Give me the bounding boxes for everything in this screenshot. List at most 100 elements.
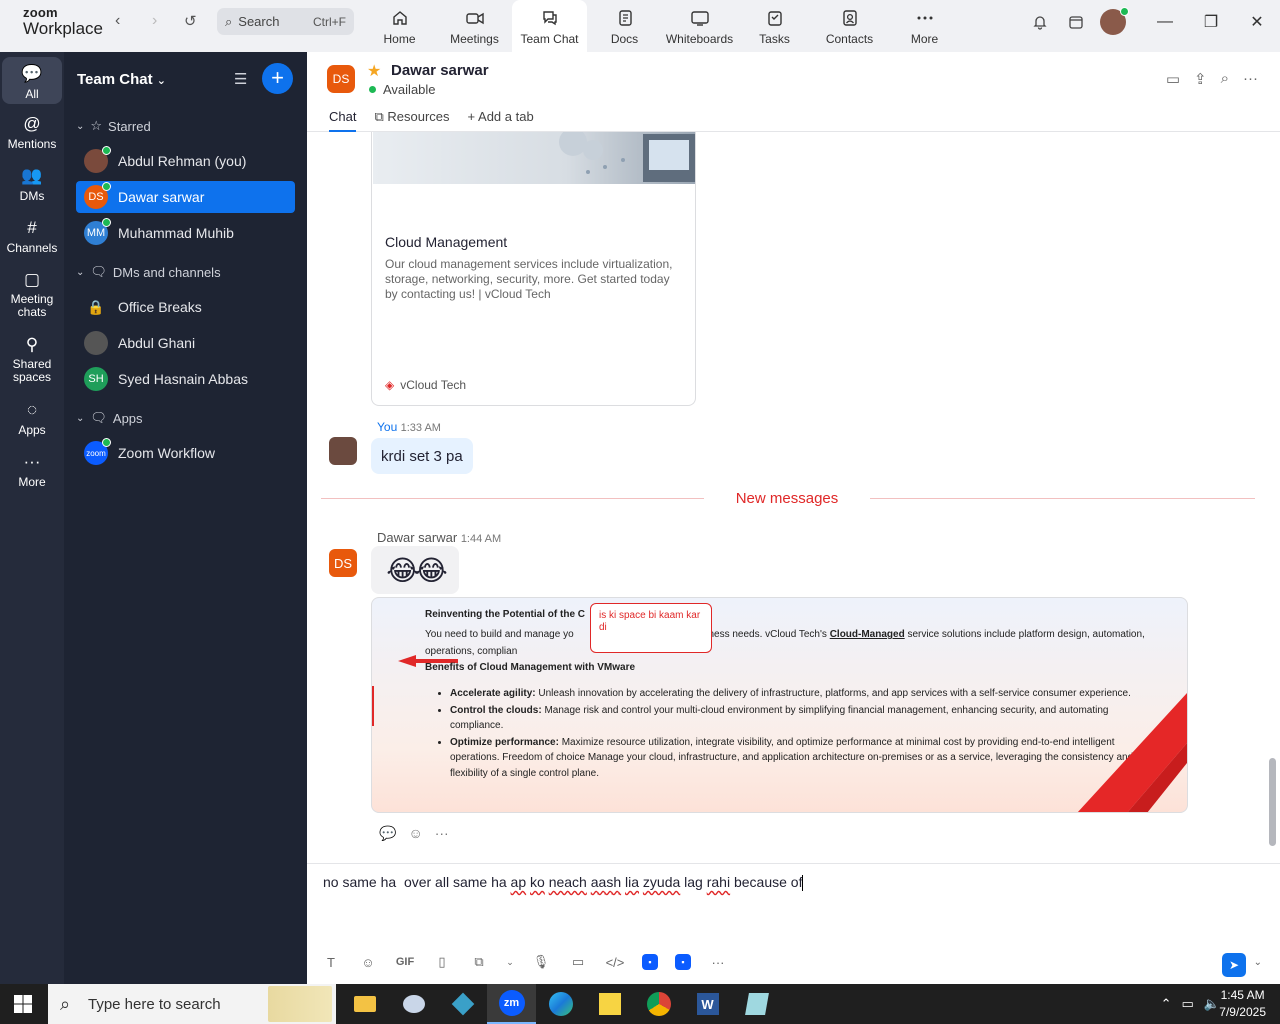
card-image (373, 132, 695, 184)
calendar-badge-icon[interactable] (1058, 4, 1094, 40)
video-message-icon[interactable]: ▭ (568, 954, 588, 970)
contact-avatar[interactable]: DS (327, 65, 355, 93)
taskbar-clock[interactable]: 1:45 AM 7/9/2025 (1219, 987, 1266, 1021)
tab-add-a-tab[interactable]: + Add a tab (468, 109, 534, 132)
bell-icon[interactable] (1022, 4, 1058, 40)
add-reaction-icon[interactable]: ☺ (408, 825, 422, 842)
file-icon[interactable]: ▯ (432, 954, 452, 970)
gif-button[interactable]: GIF (395, 956, 415, 968)
share-icon: ⚲ (25, 335, 39, 354)
section-dms-channels[interactable]: ⌄ 🗨 DMs and channels (76, 264, 221, 280)
section-starred[interactable]: ⌄ ☆ Starred (76, 118, 151, 134)
message-input[interactable]: no same ha over all same ha ap ko neach … (323, 874, 804, 892)
chevron-down-icon[interactable]: ⌄ (506, 957, 514, 968)
sidebar-item-syed-hasnain-abbas[interactable]: SH Syed Hasnain Abbas (76, 363, 295, 395)
contact-name[interactable]: Dawar sarwar (391, 62, 489, 79)
word-icon[interactable]: W (683, 984, 732, 1024)
code-icon[interactable]: </> (605, 955, 625, 970)
tab-more[interactable]: More (887, 0, 962, 52)
volume-icon[interactable]: 🔈 (1204, 996, 1220, 1012)
online-dot (102, 438, 111, 447)
screenshot-icon[interactable]: ⧉ (469, 954, 489, 970)
more-actions-icon[interactable]: ··· (435, 825, 449, 842)
avatar (329, 437, 357, 465)
tab-team-chat[interactable]: Team Chat (512, 0, 587, 52)
tab-whiteboards[interactable]: Whiteboards (662, 0, 737, 52)
forward-arrow-icon[interactable]: › (152, 12, 157, 30)
video-call-icon[interactable]: ▭ (1166, 70, 1180, 88)
sidebar-item-abdul-ghani[interactable]: Abdul Ghani (76, 327, 295, 359)
send-options-chevron-icon[interactable]: ⌄ (1254, 957, 1262, 968)
tab-chat[interactable]: Chat (329, 109, 357, 132)
message-bubble[interactable]: krdi set 3 pa (371, 438, 473, 474)
send-button[interactable]: ➤ (1222, 953, 1246, 977)
edge-browser-icon[interactable] (536, 984, 585, 1024)
rail-apps[interactable]: ◌ Apps (2, 400, 62, 437)
sidebar-title[interactable]: Team Chat ⌄ (77, 71, 166, 88)
microphone-icon[interactable]: 🎙 (531, 954, 551, 970)
history-icon[interactable]: ↺ (184, 12, 197, 30)
reply-icon[interactable]: 💬 (379, 825, 396, 842)
close-icon[interactable]: ✕ (1234, 12, 1280, 32)
profile-avatar[interactable] (1100, 7, 1129, 35)
sidebar-item-office-breaks[interactable]: 🔒 Office Breaks (76, 291, 295, 323)
sidebar-item-muhammad-muhib[interactable]: MM Muhammad Muhib (76, 217, 295, 249)
rail-shared-spaces[interactable]: ⚲ Shared spaces (2, 335, 62, 384)
chat-header: DS ★ Dawar sarwar Available Chat ⧉ Resou… (307, 52, 1280, 132)
restore-icon[interactable]: ❐ (1188, 12, 1234, 32)
zoom-taskbar-icon[interactable]: zm (487, 984, 536, 1024)
app-icon-diamond[interactable] (438, 984, 487, 1024)
taskbar-search[interactable]: ⌕ Type here to search (48, 984, 336, 1024)
rail-meeting-chats[interactable]: ▢ Meeting chats (2, 270, 62, 319)
sidebar-item-dawar-sarwar[interactable]: DS Dawar sarwar (76, 181, 295, 213)
chat-tabs: Chat ⧉ Resources + Add a tab (329, 109, 534, 132)
app-icon-1[interactable]: ▪ (642, 954, 658, 970)
zoom-logo: zoom Workplace (23, 5, 103, 38)
tab-contacts[interactable]: Contacts (812, 0, 887, 52)
tab-tasks[interactable]: Tasks (737, 0, 812, 52)
rail-more[interactable]: ··· More (2, 452, 62, 489)
hash-icon: # (27, 218, 37, 237)
apps-icon: ◌ (26, 400, 38, 419)
search-icon[interactable]: ⌕ (1221, 70, 1229, 88)
emoji-icon[interactable]: ☺ (358, 955, 378, 970)
chat-sidebar: Team Chat ⌄ ☰ + ⌄ ☆ Starred Abdul Rehman… (64, 52, 307, 984)
sidebar-item-abdul-rehman[interactable]: Abdul Rehman (you) (76, 145, 295, 177)
emoji-message[interactable]: 😂😂 (371, 546, 459, 594)
minimize-icon[interactable]: — (1142, 13, 1188, 31)
taskbar-apps: zm W (340, 984, 781, 1024)
chrome-browser-icon[interactable] (634, 984, 683, 1024)
filter-icon[interactable]: ☰ (234, 70, 247, 88)
sidebar-item-zoom-workflow[interactable]: zoom Zoom Workflow (76, 437, 295, 469)
app-icon-glass[interactable] (732, 984, 781, 1024)
rail-all[interactable]: 💬 All (2, 57, 62, 104)
format-text-icon[interactable]: T (321, 955, 341, 970)
tab-meetings[interactable]: Meetings (437, 0, 512, 52)
search-box[interactable]: ⌕ Search Ctrl+F (217, 8, 354, 35)
rail-channels[interactable]: # Channels (2, 218, 62, 255)
sticky-notes-icon[interactable] (585, 984, 634, 1024)
scrollbar[interactable] (1269, 758, 1276, 846)
more-tools-icon[interactable]: ··· (708, 955, 728, 970)
people-icon: 👥 (21, 166, 43, 185)
app-icon-tools[interactable] (389, 984, 438, 1024)
section-apps[interactable]: ⌄ 🗨 Apps (76, 410, 143, 426)
tab-docs[interactable]: Docs (587, 0, 662, 52)
link-preview-card[interactable]: Cloud Management Our cloud management se… (371, 132, 696, 406)
chevron-up-icon[interactable]: ⌃ (1161, 996, 1172, 1012)
rail-dms[interactable]: 👥 DMs (2, 166, 62, 203)
shared-screenshot[interactable]: Reinventing the Potential of the C You n… (371, 597, 1188, 813)
star-filled-icon[interactable]: ★ (367, 61, 381, 81)
new-chat-button[interactable]: + (262, 63, 293, 94)
back-arrow-icon[interactable]: ‹ (115, 12, 120, 30)
more-options-icon[interactable]: ··· (1243, 70, 1258, 88)
chat-main: DS ★ Dawar sarwar Available Chat ⧉ Resou… (307, 52, 1280, 984)
tab-resources[interactable]: ⧉ Resources (374, 109, 449, 132)
windows-start-icon[interactable] (14, 995, 32, 1013)
rail-mentions[interactable]: @ Mentions (2, 114, 62, 151)
network-icon[interactable]: ▭ (1182, 996, 1194, 1012)
file-explorer-icon[interactable] (340, 984, 389, 1024)
share-screen-icon[interactable]: ⇪ (1194, 70, 1207, 88)
tab-home[interactable]: Home (362, 0, 437, 52)
app-icon-2[interactable]: ▪ (675, 954, 691, 970)
